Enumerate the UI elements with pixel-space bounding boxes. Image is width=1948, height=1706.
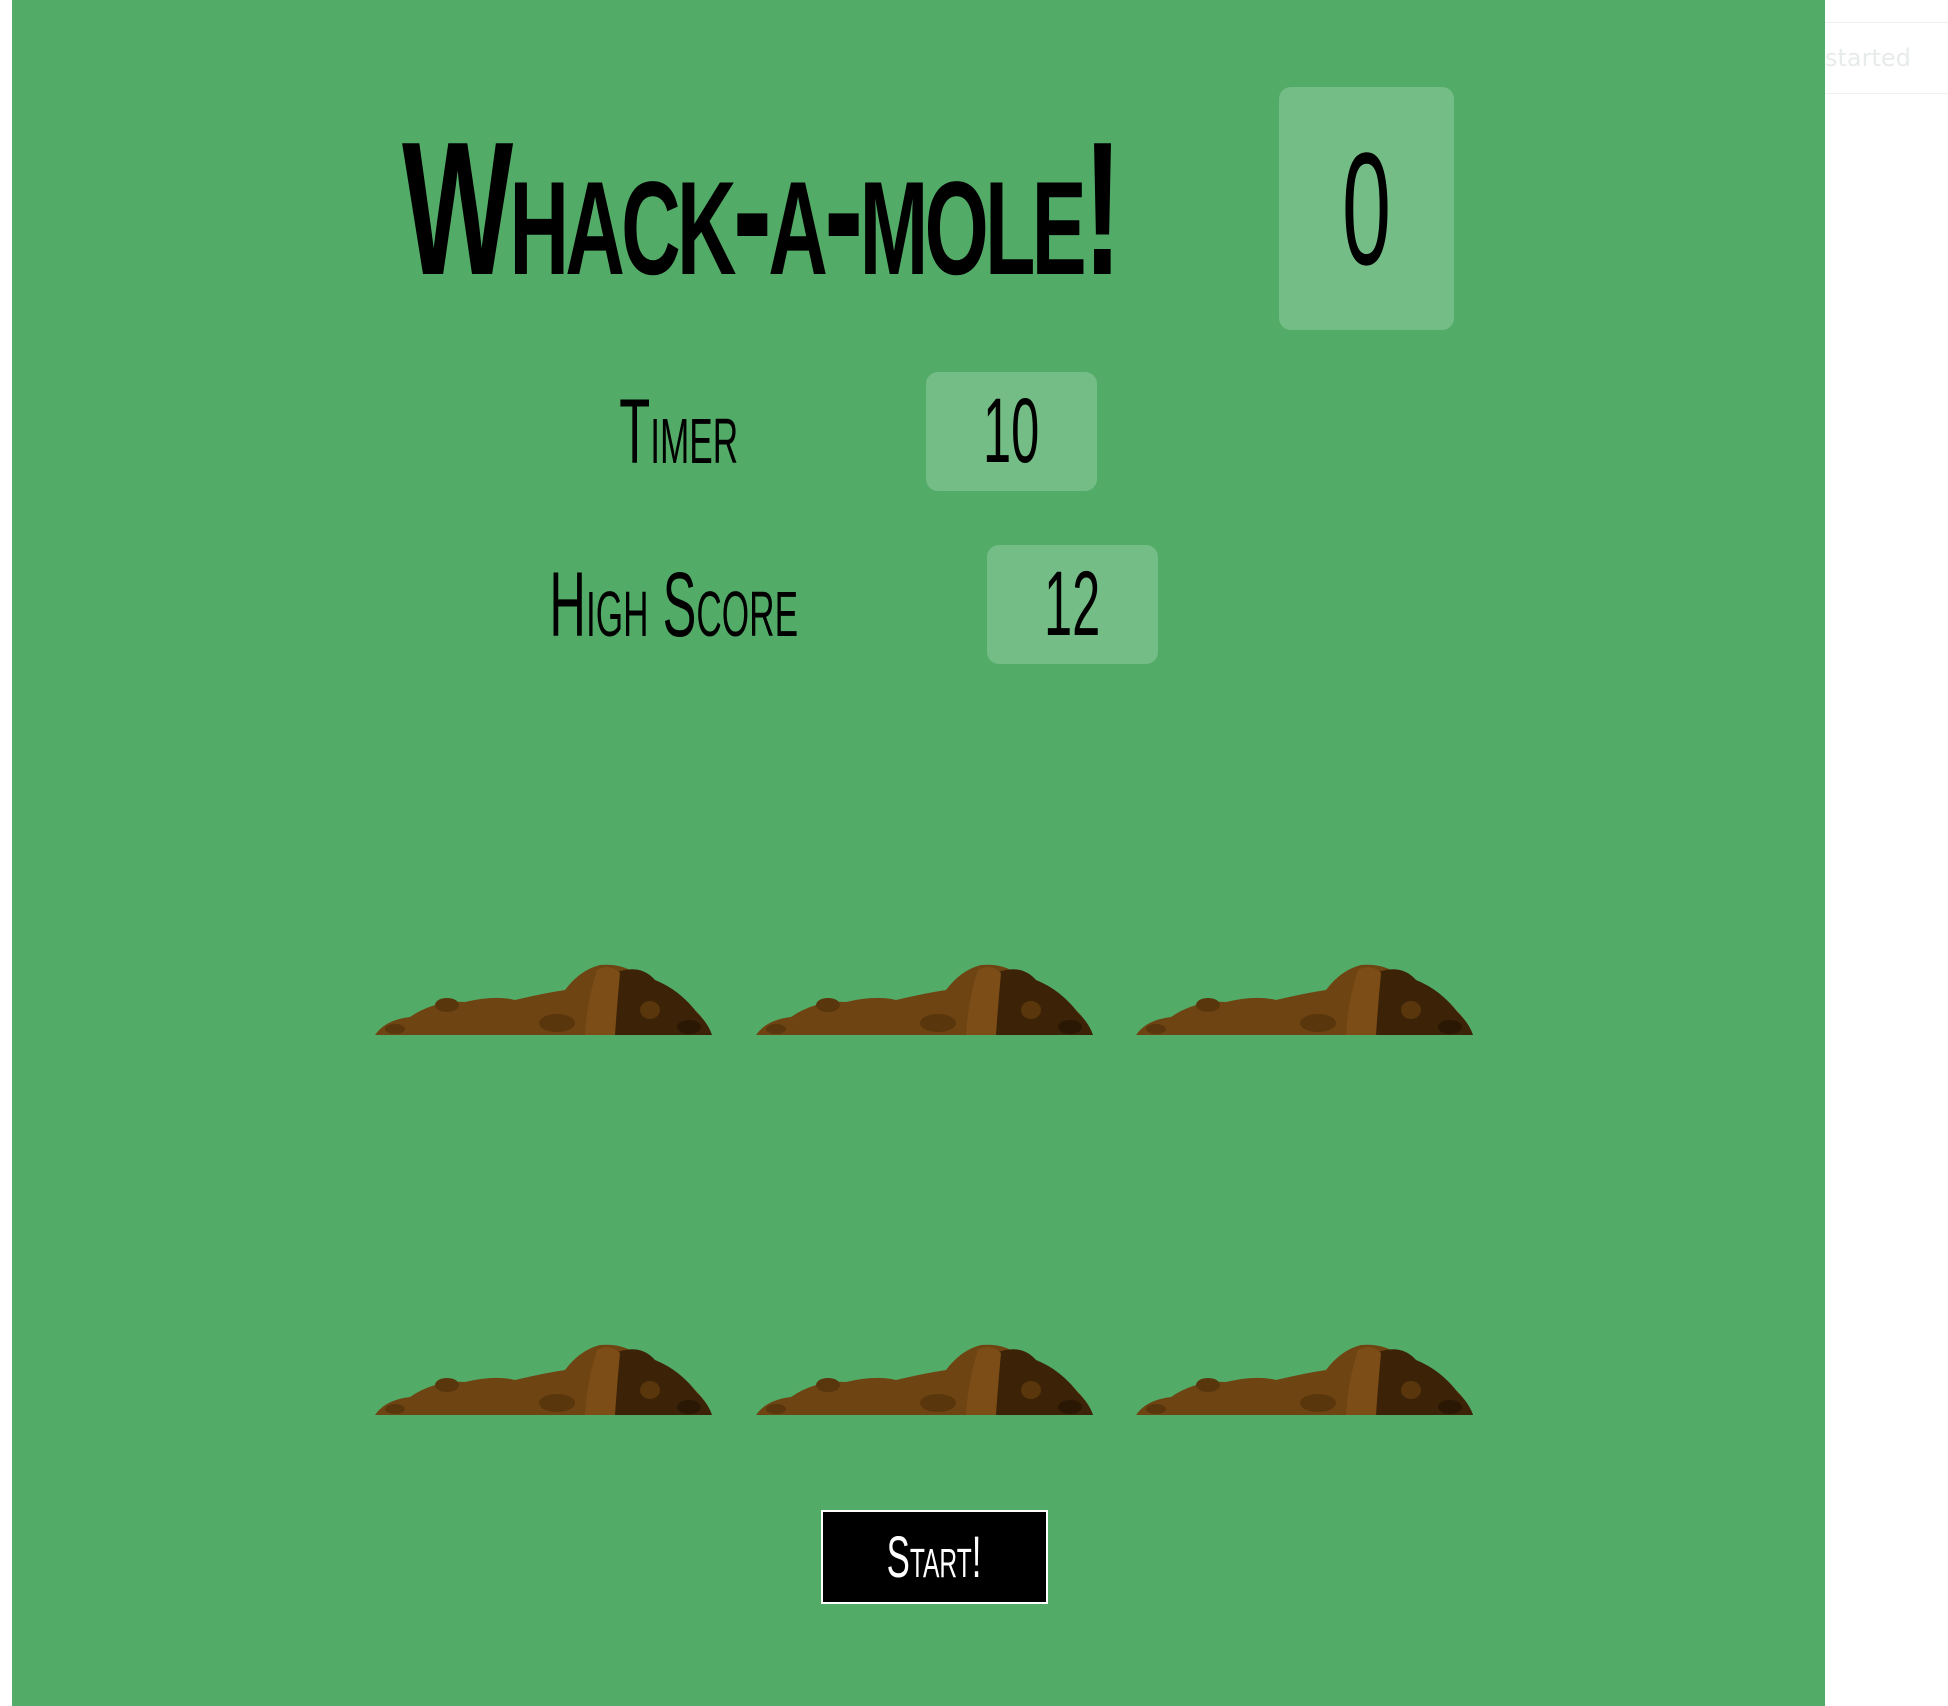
dirt-mound-icon [375,1344,712,1415]
dirt-mound-icon [375,964,712,1035]
timer-label: Timer [619,381,738,483]
dirt-mound-icon [1136,964,1473,1035]
timer-display: 10 [926,372,1097,491]
mole-hole[interactable] [756,955,1093,1035]
score-display: 0 [1279,87,1454,330]
high-score-label: High Score [549,554,798,656]
game-board: Whack-a-mole! 0 Timer 10 High Score 12 S… [12,0,1825,1706]
mole-hole[interactable] [1136,1335,1473,1415]
mole-hole[interactable] [375,1335,712,1415]
high-score-value: 12 [1044,553,1101,655]
timer-value: 10 [983,380,1040,482]
mole-hole[interactable] [1136,955,1473,1035]
dirt-mound-icon [756,1344,1093,1415]
side-tab[interactable]: started [1825,22,1948,94]
high-score-display: 12 [987,545,1158,664]
side-panel: started [1825,0,1948,1706]
dirt-mound-icon [1136,1344,1473,1415]
side-tab-label: started [1825,44,1911,72]
score-value: 0 [1342,118,1391,298]
dirt-mound-icon [756,964,1093,1035]
mole-hole[interactable] [375,955,712,1035]
game-title: Whack-a-mole! [402,102,1122,315]
title-row: Whack-a-mole! [402,87,1768,330]
start-button-label: Start! [887,1524,982,1590]
start-button[interactable]: Start! [821,1510,1048,1604]
mole-hole[interactable] [756,1335,1093,1415]
